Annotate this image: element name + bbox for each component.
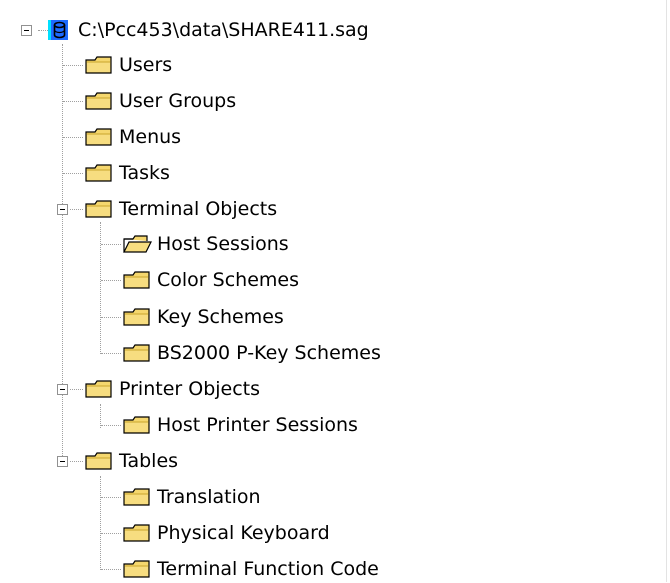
folder-icon xyxy=(122,306,152,328)
tree-line xyxy=(62,44,63,462)
folder-icon xyxy=(122,558,152,580)
tree-line xyxy=(101,280,121,281)
collapse-toggle-printer-objects[interactable] xyxy=(57,384,68,395)
tree-line xyxy=(70,209,83,210)
tree-line xyxy=(101,317,121,318)
tree-item-translation[interactable]: Translation xyxy=(122,483,261,511)
folder-icon xyxy=(84,126,114,148)
folder-open-icon xyxy=(122,233,152,255)
tree-line xyxy=(101,497,121,498)
tree-item-terminal-objects[interactable]: Terminal Objects xyxy=(84,195,277,223)
collapse-toggle-terminal-objects[interactable] xyxy=(57,204,68,215)
tree-item-label: Tasks xyxy=(119,162,170,184)
tree-line xyxy=(101,353,121,354)
folder-icon xyxy=(84,162,114,184)
tree-item-tables[interactable]: Tables xyxy=(84,447,178,475)
tree-line xyxy=(101,533,121,534)
tree-item-label: Users xyxy=(119,54,173,76)
folder-icon xyxy=(84,90,114,112)
tree-root[interactable]: C:\Pcc453\data\SHARE411.sag xyxy=(48,16,369,44)
tree-item-label: Printer Objects xyxy=(119,378,261,400)
folder-icon xyxy=(84,198,114,220)
tree-line xyxy=(70,389,83,390)
collapse-toggle-root[interactable] xyxy=(21,25,32,36)
tree-item-users[interactable]: Users xyxy=(84,51,172,79)
folder-icon xyxy=(122,414,152,436)
tree-line xyxy=(70,461,83,462)
tree-item-physical-keyboard[interactable]: Physical Keyboard xyxy=(122,519,330,547)
tree-item-label: Menus xyxy=(119,126,182,148)
tree-line xyxy=(63,101,83,102)
tree-item-label: User Groups xyxy=(119,90,237,112)
database-icon xyxy=(48,19,70,41)
tree-line xyxy=(101,569,121,570)
tree-item-menus[interactable]: Menus xyxy=(84,123,181,151)
tree-item-terminal-function-code[interactable]: Terminal Function Code xyxy=(122,555,379,583)
folder-icon xyxy=(84,54,114,76)
folder-icon xyxy=(122,486,152,508)
tree-item-printer-objects[interactable]: Printer Objects xyxy=(84,375,260,403)
tree-line xyxy=(63,137,83,138)
tree-item-host-sessions[interactable]: Host Sessions xyxy=(122,230,289,258)
folder-icon xyxy=(122,522,152,544)
tree-item-host-printer-sessions[interactable]: Host Printer Sessions xyxy=(122,411,358,439)
folder-icon xyxy=(122,342,152,364)
tree-item-label: Tables xyxy=(119,450,179,472)
tree-item-label: BS2000 P-Key Schemes xyxy=(157,342,381,364)
tree-item-key-schemes[interactable]: Key Schemes xyxy=(122,303,284,331)
tree-line xyxy=(100,476,101,570)
tree-line xyxy=(63,65,83,66)
tree-item-color-schemes[interactable]: Color Schemes xyxy=(122,266,299,294)
tree-item-label: Physical Keyboard xyxy=(157,522,330,544)
folder-icon xyxy=(84,378,114,400)
tree-root-label: C:\Pcc453\data\SHARE411.sag xyxy=(78,19,369,41)
tree-item-label: Color Schemes xyxy=(157,269,299,291)
tree-border xyxy=(666,0,667,582)
tree-item-label: Terminal Objects xyxy=(119,198,278,220)
tree-item-user-groups[interactable]: User Groups xyxy=(84,87,236,115)
tree-item-label: Translation xyxy=(157,486,261,508)
tree-item-label: Host Printer Sessions xyxy=(157,414,358,436)
folder-icon xyxy=(122,269,152,291)
tree-item-label: Host Sessions xyxy=(157,233,289,255)
tree-item-label: Key Schemes xyxy=(157,306,284,328)
tree-item-label: Terminal Function Code xyxy=(157,558,379,580)
tree-line xyxy=(63,173,83,174)
tree-item-tasks[interactable]: Tasks xyxy=(84,159,170,187)
folder-icon xyxy=(84,450,114,472)
tree-line xyxy=(100,222,101,354)
tree-line xyxy=(101,244,121,245)
tree-item-bs2000-pkey-schemes[interactable]: BS2000 P-Key Schemes xyxy=(122,339,381,367)
collapse-toggle-tables[interactable] xyxy=(57,456,68,467)
tree-line xyxy=(101,425,121,426)
